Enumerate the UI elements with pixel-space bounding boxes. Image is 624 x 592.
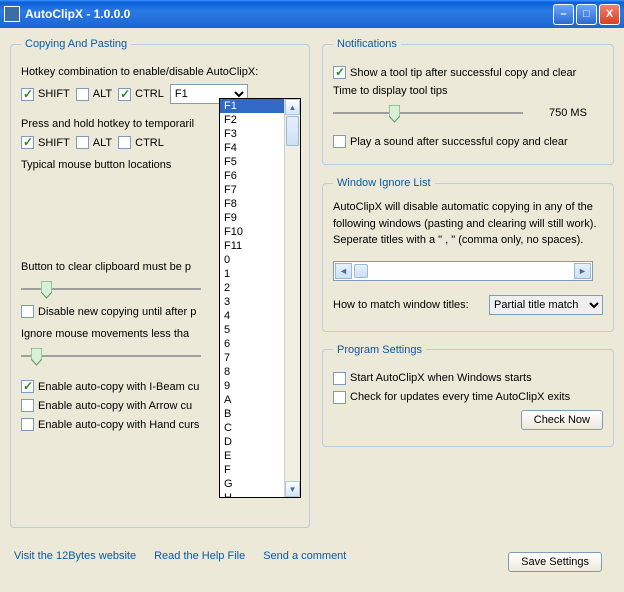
shift-checkbox[interactable]: SHIFT [21,88,70,101]
ignore-note: AutoClipX will disable automatic copying… [333,199,603,249]
list-scroll-right[interactable]: ► [574,263,591,279]
show-tooltip-checkbox[interactable]: Show a tool tip after successful copy an… [333,66,576,79]
startup-checkbox[interactable]: Start AutoClipX when Windows starts [333,372,532,385]
website-link[interactable]: Visit the 12Bytes website [14,550,136,562]
save-settings-button[interactable]: Save Settings [508,552,602,572]
ibeam-checkbox[interactable]: Enable auto-copy with I-Beam cu [21,380,199,393]
dropdown-scrollbar[interactable]: ▲ ▼ [284,99,300,497]
notifications-legend: Notifications [333,38,401,50]
scroll-up-arrow[interactable]: ▲ [285,99,300,115]
copying-pasting-group: Copying And Pasting Hotkey combination t… [10,38,310,528]
temp-hotkey-label: Press and hold hotkey to temporaril [21,118,194,130]
help-link[interactable]: Read the Help File [154,550,245,562]
clear-button-label: Button to clear clipboard must be p [21,261,191,273]
program-legend: Program Settings [333,344,426,356]
copying-legend: Copying And Pasting [21,38,131,50]
title-bar: AutoClipX - 1.0.0.0 – □ X [0,0,624,28]
hotkey-label: Hotkey combination to enable/disable Aut… [21,66,258,78]
match-titles-combo[interactable]: Partial title match [489,295,603,315]
play-sound-checkbox[interactable]: Play a sound after successful copy and c… [333,135,568,148]
hand-checkbox[interactable]: Enable auto-copy with Hand curs [21,418,199,431]
window-ignore-group: Window Ignore List AutoClipX will disabl… [322,177,614,332]
tooltip-time-label: Time to display tool tips [333,85,448,97]
ignore-mouse-label: Ignore mouse movements less tha [21,328,189,340]
match-label: How to match window titles: [333,299,469,311]
minimize-button[interactable]: – [553,4,574,25]
notifications-group: Notifications Show a tool tip after succ… [322,38,614,165]
ignore-titles-listbox[interactable]: ◄ ► [333,261,593,281]
ms-value: 750 MS [549,107,587,119]
clear-button-slider[interactable] [21,279,201,299]
list-scroll-thumb[interactable] [354,264,368,278]
alt-checkbox[interactable]: ALT [76,88,112,101]
typical-mouse-label: Typical mouse button locations [21,159,171,171]
check-now-button[interactable]: Check Now [521,410,603,430]
arrow-checkbox[interactable]: Enable auto-copy with Arrow cu [21,399,192,412]
app-icon [4,6,20,22]
ctrl-checkbox-2[interactable]: CTRL [118,136,164,149]
check-updates-checkbox[interactable]: Check for updates every time AutoClipX e… [333,391,570,404]
scroll-down-arrow[interactable]: ▼ [285,481,300,497]
disable-new-copying-checkbox[interactable]: Disable new copying until after p [21,305,196,318]
tooltip-time-slider[interactable] [333,103,523,123]
program-settings-group: Program Settings Start AutoClipX when Wi… [322,344,614,447]
ignore-mouse-slider[interactable] [21,346,201,366]
list-scroll-left[interactable]: ◄ [335,263,352,279]
shift-checkbox-2[interactable]: SHIFT [21,136,70,149]
maximize-button[interactable]: □ [576,4,597,25]
comment-link[interactable]: Send a comment [263,550,346,562]
window-title: AutoClipX - 1.0.0.0 [25,7,551,21]
scroll-thumb[interactable] [286,116,299,146]
close-button[interactable]: X [599,4,620,25]
ignore-legend: Window Ignore List [333,177,435,189]
alt-checkbox-2[interactable]: ALT [76,136,112,149]
fkey-dropdown-list[interactable]: F1F2F3F4F5F6F7F8F9F10F110123456789ABCDEF… [219,98,301,498]
ctrl-checkbox[interactable]: CTRL [118,88,164,101]
